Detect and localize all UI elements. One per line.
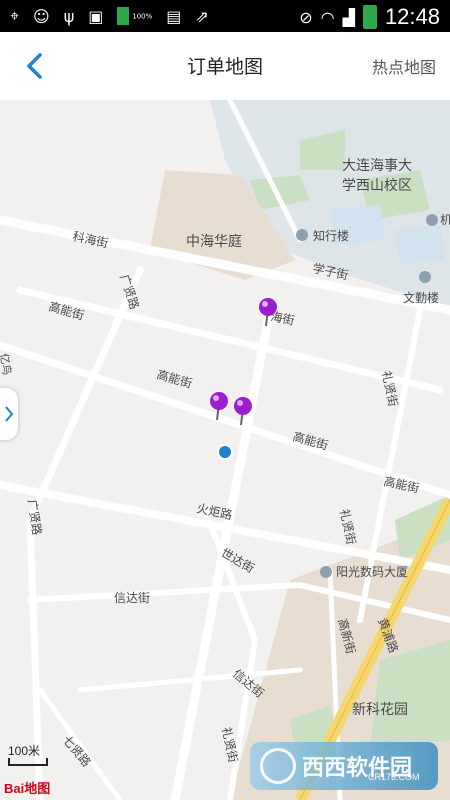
label-wenqin: 文勤楼 [403,290,439,305]
app-header: 订单地图 热点地图 [0,32,450,101]
watermark-icon [260,748,296,784]
map-scale-bar [8,758,48,766]
building-icon-yangguang [320,566,332,578]
label-xinke: 新科花园 [352,702,408,718]
building-icon-zhixing [296,229,308,241]
label-edge-right: 机 [440,213,450,227]
chevron-right-icon [5,406,14,422]
side-panel-toggle[interactable] [0,388,18,440]
building-icon-edge [426,214,438,226]
system-icons: ⊘ ◠ ▟ 12:48 [299,4,440,30]
label-zhixing: 知行楼 [313,228,349,243]
battery-full-icon: 100% [117,7,152,25]
map-view[interactable]: 大连海事大 学西山校区 中海华庭 知行楼 文勤楼 科海街 学子街 海街 高能街 … [0,100,450,800]
map-scale-label: 100米 [8,744,41,758]
building-icon-wenqin [419,271,431,283]
wifi-icon: ◠ [320,7,335,27]
watermark-logo: 西西软件园 CR173.COM [250,742,438,790]
label-zhonghai: 中海华庭 [186,233,242,250]
mute-icon: ⊘ [299,7,313,27]
image-icon: ▣ [88,6,104,26]
document-icon: ▤ [166,6,182,26]
battery-icon [362,5,377,29]
status-bar: ⌖ ☺ ψ ▣ 100% ▤ ⇗ ⊘ ◠ ▟ 12:48 [0,0,450,32]
label-campus-line2: 学西山校区 [342,177,412,194]
usb-icon: ψ [63,6,75,26]
clock: 12:48 [384,4,440,29]
hotspot-map-button[interactable]: 热点地图 [372,54,436,78]
label-xinda-1: 信达街 [114,591,150,605]
face-icon: ☺ [33,6,50,26]
signal-icon: ▟ [342,7,355,27]
label-campus-line1: 大连海事大 [342,158,412,174]
baidu-map-logo: Bai地图 [4,781,51,796]
share-icon: ⇗ [195,6,209,26]
watermark-subtext: CR173.COM [368,772,420,782]
current-location-icon [217,444,233,460]
map-canvas[interactable]: 大连海事大 学西山校区 中海华庭 知行楼 文勤楼 科海街 学子街 海街 高能街 … [0,100,450,800]
notification-icons: ⌖ ☺ ψ ▣ 100% ▤ ⇗ [10,6,209,26]
label-yangguang: 阳光数码大厦 [336,564,408,579]
location-icon: ⌖ [10,6,20,25]
